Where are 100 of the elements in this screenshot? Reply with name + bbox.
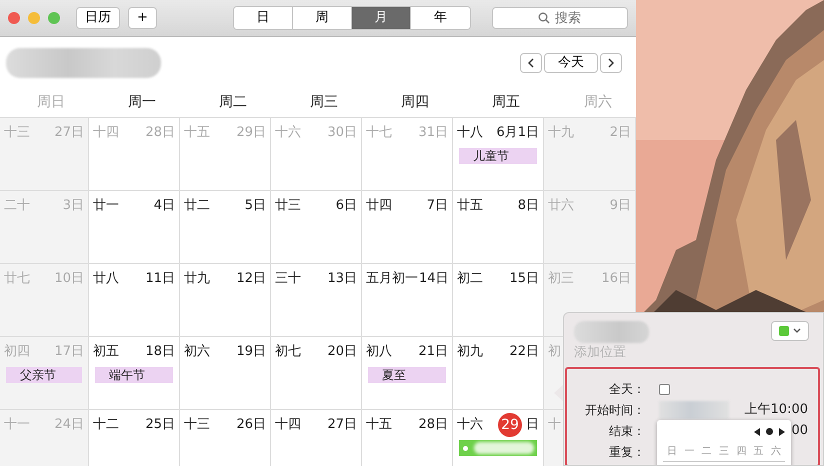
day-number: 25日 [145,416,175,434]
field-label: 结束： [608,423,645,440]
lunar-date: 初七 [275,343,301,362]
day-number: 6日 [336,197,357,216]
date-field[interactable] [659,401,729,419]
day-number: 27日 [54,124,84,142]
search-field[interactable]: 搜索 [492,7,628,29]
lunar-date: 十四 [93,124,119,142]
day-number: 12日 [236,270,266,288]
weekday-label: 周二 [219,94,247,110]
weekday-label: 周三 [310,94,338,110]
lunar-date: 初二 [457,270,483,288]
day-cell[interactable]: 廿一 4日 [89,191,180,264]
day-number: 16日 [601,270,631,288]
weekday-label: 三 [718,444,729,458]
day-cell[interactable]: 初二 15日 [453,264,544,337]
day-cell[interactable]: 三十 13日 [271,264,362,337]
close-button[interactable] [8,12,20,24]
day-cell[interactable]: 初四 17日 父亲节 [0,337,89,410]
holiday-event[interactable]: 父亲节 [6,367,82,383]
day-number: 30日 [327,124,357,142]
day-cell[interactable]: 十八 6月1日 儿童节 [453,118,544,191]
day-cell[interactable]: 廿八 11日 [89,264,180,337]
lunar-date: 二十 [4,197,30,216]
weekday-label: 二 [702,444,712,458]
holiday-event[interactable]: 端午节 [95,367,173,383]
view-tab[interactable]: 日 [234,7,293,29]
weekday-label: 日 [667,444,677,458]
day-number: 13日 [327,270,357,288]
day-number: 27日 [327,416,357,434]
lunar-date: 初 [548,343,561,362]
weekday-label: 四 [736,444,746,458]
lunar-date: 十五 [184,124,210,142]
day-cell[interactable]: 廿五 8日 [453,191,544,264]
day-cell[interactable]: 廿三 6日 [271,191,362,264]
lunar-date: 十五 [366,416,392,434]
lunar-date: 三十 [275,270,301,288]
previous-month-icon[interactable] [754,428,760,436]
lunar-date: 廿四 [366,197,392,216]
lunar-date: 十二 [93,416,119,434]
day-cell[interactable]: 廿九 12日 [180,264,271,337]
all-day-checkbox[interactable] [659,384,670,394]
lunar-date: 廿六 [548,197,574,216]
today-dot-icon[interactable] [766,428,773,435]
day-cell[interactable]: 廿四 7日 [362,191,453,264]
view-tab[interactable]: 月 [352,7,411,29]
next-button[interactable] [600,52,622,72]
weekday-label: 周六 [584,94,612,110]
day-cell[interactable]: 初七 20日 [271,337,362,410]
lunar-date: 初四 [4,343,30,362]
day-number: 24日 [54,416,84,434]
time-field[interactable]: 00 [791,421,808,441]
holiday-event[interactable]: 夏至 [368,367,446,383]
day-number: 20日 [327,343,357,362]
day-number: 17日 [54,343,84,362]
day-number: 28日 [418,416,448,434]
day-number: 7日 [426,197,448,216]
today-date: 29 [498,413,522,437]
next-month-icon[interactable] [779,428,785,436]
lunar-date: 十三 [184,416,210,434]
day-cell[interactable]: 初八 21日 夏至 [362,337,453,410]
previous-button[interactable] [520,52,542,72]
holiday-event[interactable]: 儿童节 [459,148,537,164]
day-cell[interactable]: 五月初一 14日 [362,264,453,337]
lunar-date: 十七 [366,124,392,142]
lunar-date: 初六 [184,343,210,362]
today-button[interactable]: 今天 [544,52,598,72]
day-number: 3日 [62,197,84,216]
time-field[interactable]: 上午10:00 [744,400,808,420]
day-cell[interactable]: 初九 22日 [453,337,544,410]
weekday-label: 周一 [128,94,156,110]
view-tab[interactable]: 周 [292,7,352,29]
day-number: 10日 [54,270,84,288]
day-number: 9日 [610,197,631,216]
day-number: 29日 [236,124,266,142]
lunar-date: 初九 [457,343,483,362]
calendar-color-picker[interactable] [771,321,809,341]
lunar-date: 十三 [4,124,30,142]
field-label: 开始时间： [584,402,645,419]
lunar-date: 廿一 [93,197,119,216]
view-tab[interactable]: 年 [410,7,470,29]
chevron-right-icon [607,58,615,68]
day-cell[interactable]: 廿二 5日 [180,191,271,264]
lunar-date: 廿二 [184,197,210,216]
day-number: 4日 [154,197,175,216]
field-label: 全天： [608,381,645,398]
lunar-date: 廿九 [184,270,210,288]
lunar-date: 十六 [275,124,301,142]
calendars-button[interactable]: 日历 [76,7,120,29]
day-cell[interactable]: 初六 19日 [180,337,271,410]
day-cell[interactable]: 初五 18日 端午节 [89,337,180,410]
day-number: 26日 [236,416,266,434]
weekday-label: 周四 [401,94,429,110]
day-number: 14日 [419,270,449,288]
day-number: 15日 [509,270,539,288]
lunar-date: 十一 [4,416,30,434]
day-number: 5日 [244,197,266,216]
weekday-label: 周五 [492,94,520,110]
add-button[interactable]: + [128,7,157,29]
day-number: 28日 [145,124,175,142]
